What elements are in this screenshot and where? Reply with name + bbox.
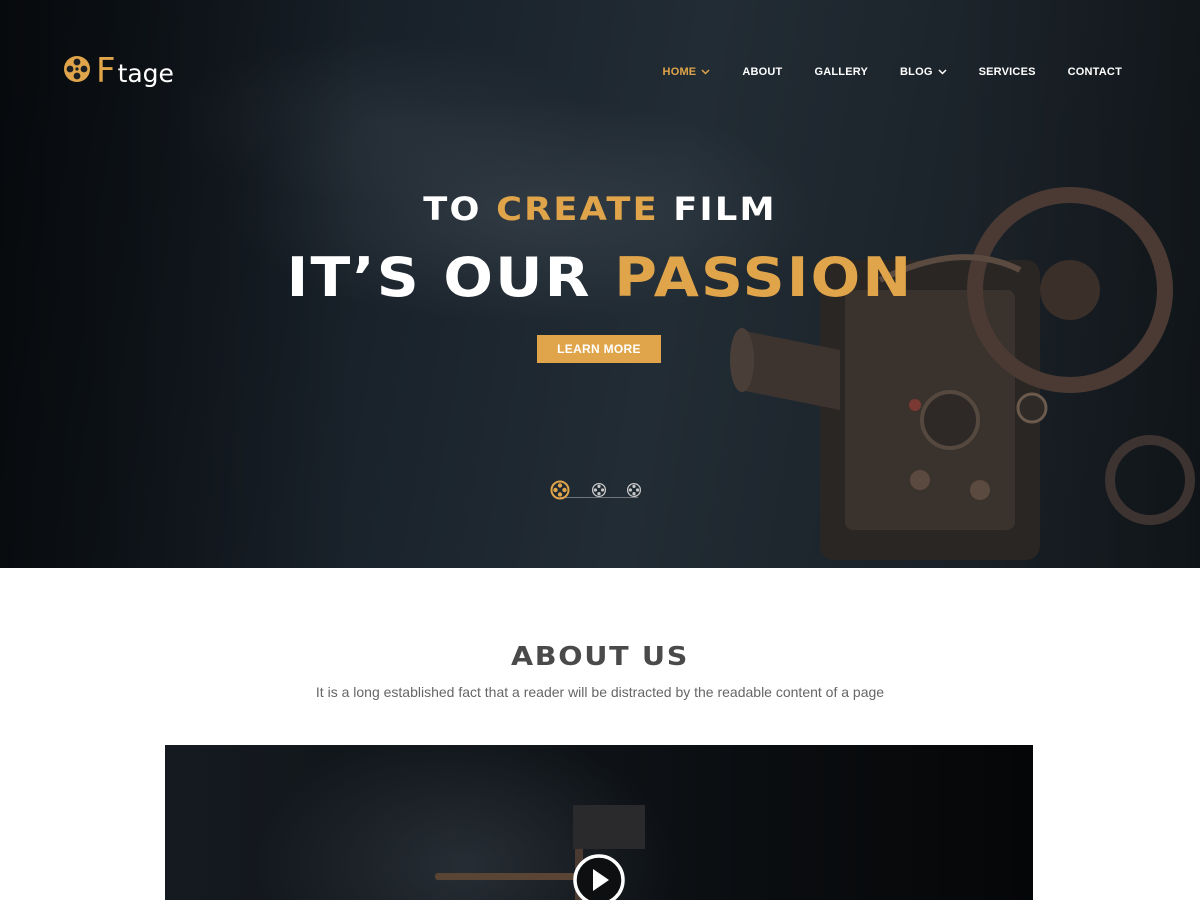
hero-subtitle: TO CREATE FILM <box>0 190 1200 228</box>
site-logo[interactable]: F tage <box>62 52 174 88</box>
nav-item-gallery[interactable]: GALLERY <box>814 64 868 80</box>
hero-subtitle-accent: CREATE <box>496 190 659 228</box>
nav-item-label: ABOUT <box>742 66 783 78</box>
hero-title-accent: PASSION <box>614 246 914 309</box>
nav-item-services[interactable]: SERVICES <box>979 64 1036 80</box>
video-thumbnail[interactable] <box>165 745 1033 900</box>
main-nav: HOME ABOUT GALLERY BLOG SERVICES CONTACT <box>631 64 1122 80</box>
slide-dot-reel-icon[interactable] <box>626 482 642 498</box>
hero-title: IT’S OUR PASSION <box>0 246 1200 309</box>
learn-more-button[interactable]: LEARN MORE <box>537 335 661 363</box>
nav-item-about[interactable]: ABOUT <box>742 64 782 80</box>
nav-item-label: GALLERY <box>814 66 869 78</box>
nav-item-contact[interactable]: CONTACT <box>1068 64 1122 80</box>
slider-pagination <box>548 478 648 502</box>
chevron-down-icon <box>938 69 947 75</box>
nav-item-label: CONTACT <box>1067 66 1122 78</box>
nav-item-blog[interactable]: BLOG <box>900 64 947 80</box>
nav-item-label: HOME <box>662 66 697 78</box>
hero-subtitle-part2: FILM <box>658 190 777 228</box>
film-reel-icon <box>64 56 90 82</box>
slide-dot-reel-icon[interactable] <box>550 480 570 500</box>
section-description: It is a long established fact that a rea… <box>315 684 885 700</box>
logo-wordmark: tage <box>117 59 174 88</box>
hero-banner: F tage HOME ABOUT GALLERY BLOG SERVICES … <box>0 0 1200 568</box>
film-projector-image <box>730 187 1195 560</box>
hero-subtitle-part1: TO <box>423 190 497 228</box>
chevron-down-icon <box>701 69 710 75</box>
section-title: ABOUT US <box>511 642 689 672</box>
nav-item-label: BLOG <box>900 66 933 78</box>
hero-title-part1: IT’S OUR <box>286 246 615 309</box>
logo-letter: F <box>96 51 116 91</box>
nav-item-home[interactable]: HOME <box>663 64 711 80</box>
slide-dot-reel-icon[interactable] <box>591 482 607 498</box>
play-icon[interactable] <box>572 853 626 900</box>
nav-item-label: SERVICES <box>978 66 1036 78</box>
